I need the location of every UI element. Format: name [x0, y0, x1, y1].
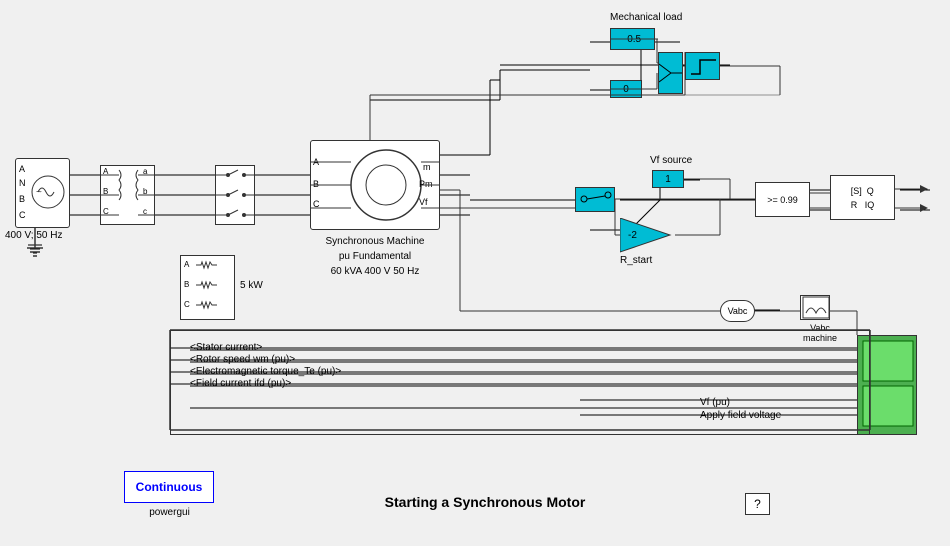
svg-text:c: c — [143, 207, 147, 216]
svg-text:C: C — [184, 300, 190, 309]
svg-text:b: b — [143, 187, 148, 196]
sync-machine-block: A B C m Pm Vf — [310, 140, 440, 230]
r-start-label: R_start — [620, 255, 652, 266]
svg-text:m: m — [423, 162, 431, 172]
vf-switch — [575, 187, 615, 212]
main-title: Starting a Synchronous Motor — [310, 494, 660, 510]
breaker-block — [215, 165, 255, 225]
svg-text:Vf: Vf — [419, 197, 428, 207]
signal-area — [170, 330, 870, 435]
r-start-block: -2 — [620, 218, 675, 256]
help-button[interactable]: ? — [745, 493, 770, 515]
load-label: 5 kW — [240, 280, 263, 291]
vf-source-label: Vf source — [650, 155, 692, 166]
svg-text:C: C — [19, 210, 26, 220]
comparator-block: >= 0.99 — [755, 182, 810, 217]
vabc-block: Vabc — [720, 300, 755, 322]
load-block: A B C — [180, 255, 235, 320]
mux-block — [658, 52, 683, 94]
vf-source-value: 1 — [652, 170, 684, 188]
scope-block — [800, 295, 830, 320]
svg-text:N: N — [19, 178, 26, 188]
svg-text:B: B — [19, 194, 25, 204]
svg-text:B: B — [184, 280, 189, 289]
step-block — [685, 52, 720, 80]
svg-text:a: a — [143, 167, 148, 176]
svg-text:C: C — [103, 207, 109, 216]
transformer-block: A B C a b c — [100, 165, 155, 225]
svg-text:-2: -2 — [628, 230, 637, 241]
powergui-label: powergui — [137, 507, 202, 518]
voltage-source-label: 400 V; 50 Hz — [5, 230, 62, 241]
svg-text:~: ~ — [36, 187, 42, 198]
svg-text:B: B — [103, 187, 108, 196]
sync-machine-label: Synchronous Machine pu Fundamental 60 kV… — [305, 234, 445, 279]
svg-text:B: B — [313, 179, 319, 189]
mech-load-value2: 0 — [610, 80, 642, 98]
svg-text:A: A — [19, 164, 25, 174]
mech-load-value1: -0.5 — [610, 28, 655, 50]
sr-flipflop: [S] Q R IQ — [830, 175, 895, 220]
svg-text:A: A — [184, 260, 190, 269]
mech-load-label: Mechanical load — [610, 12, 682, 23]
svg-text:A: A — [103, 167, 109, 176]
svg-text:Pm: Pm — [419, 179, 433, 189]
continuous-box[interactable]: Continuous — [124, 471, 214, 503]
